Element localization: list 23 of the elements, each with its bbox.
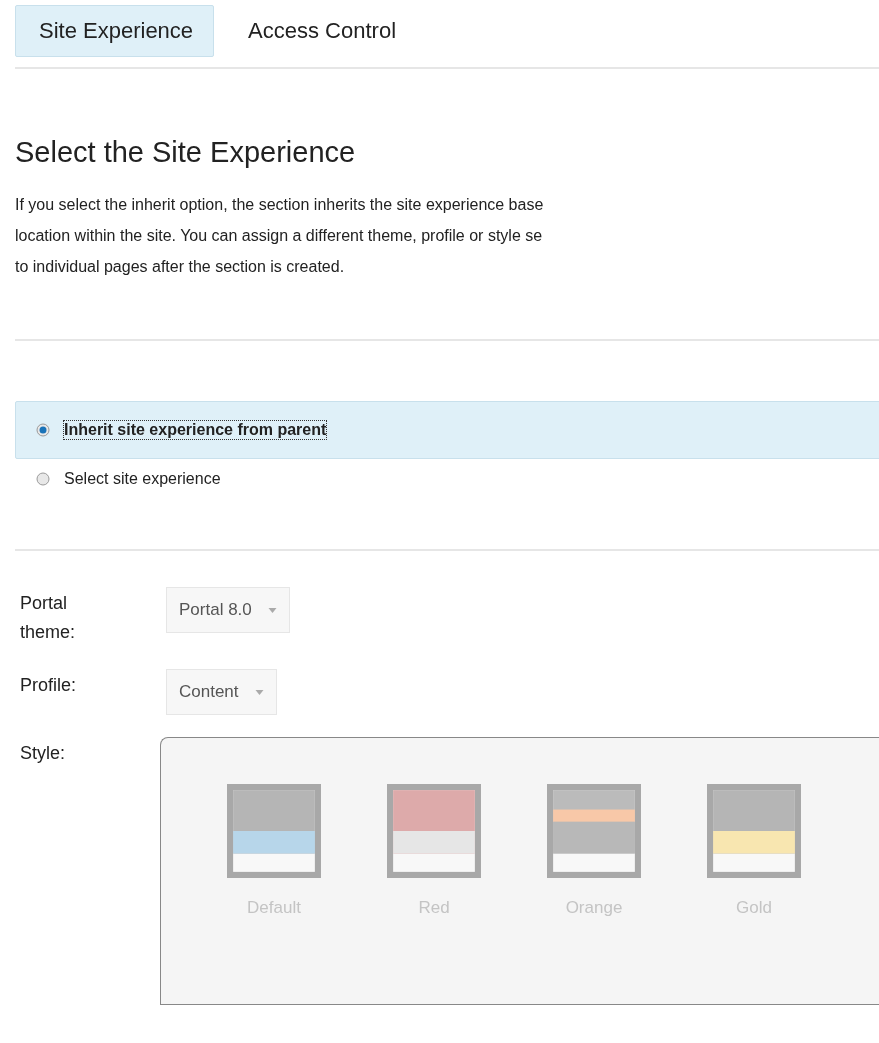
field-label: Portal theme: bbox=[20, 592, 77, 644]
radio-option[interactable]: Inherit site experience from parent bbox=[15, 401, 879, 459]
field-label: Profile: bbox=[20, 674, 78, 697]
radio-icon bbox=[36, 472, 50, 486]
option-label: Inherit site experience from parent bbox=[64, 421, 327, 439]
option-label: Select site experience bbox=[64, 470, 221, 488]
style-thumbnail-icon bbox=[707, 784, 801, 878]
radio-icon bbox=[36, 423, 50, 437]
dropdown[interactable]: Content bbox=[166, 669, 277, 715]
description-text: location within the site. You can assign a different theme, profile or style se bbox=[15, 226, 544, 246]
tab[interactable]: Access Control bbox=[224, 5, 418, 57]
caret-icon bbox=[267, 607, 277, 613]
caret-icon bbox=[254, 689, 264, 695]
style-thumbnail-icon bbox=[227, 784, 321, 878]
radio-option[interactable]: Select site experience bbox=[15, 467, 879, 491]
dropdown[interactable]: Portal 8.0 bbox=[166, 587, 290, 633]
description-text: If you select the inherit option, the section inherits the site experience base bbox=[15, 195, 545, 215]
style-thumbnail-icon bbox=[547, 784, 641, 878]
field-label: Style: bbox=[20, 742, 67, 765]
description-text: to individual pages after the section is created. bbox=[15, 257, 346, 277]
tab[interactable]: Site Experience bbox=[15, 5, 215, 57]
section-heading: Select the Site Experience bbox=[15, 136, 357, 169]
style-thumbnail-icon bbox=[387, 784, 481, 878]
